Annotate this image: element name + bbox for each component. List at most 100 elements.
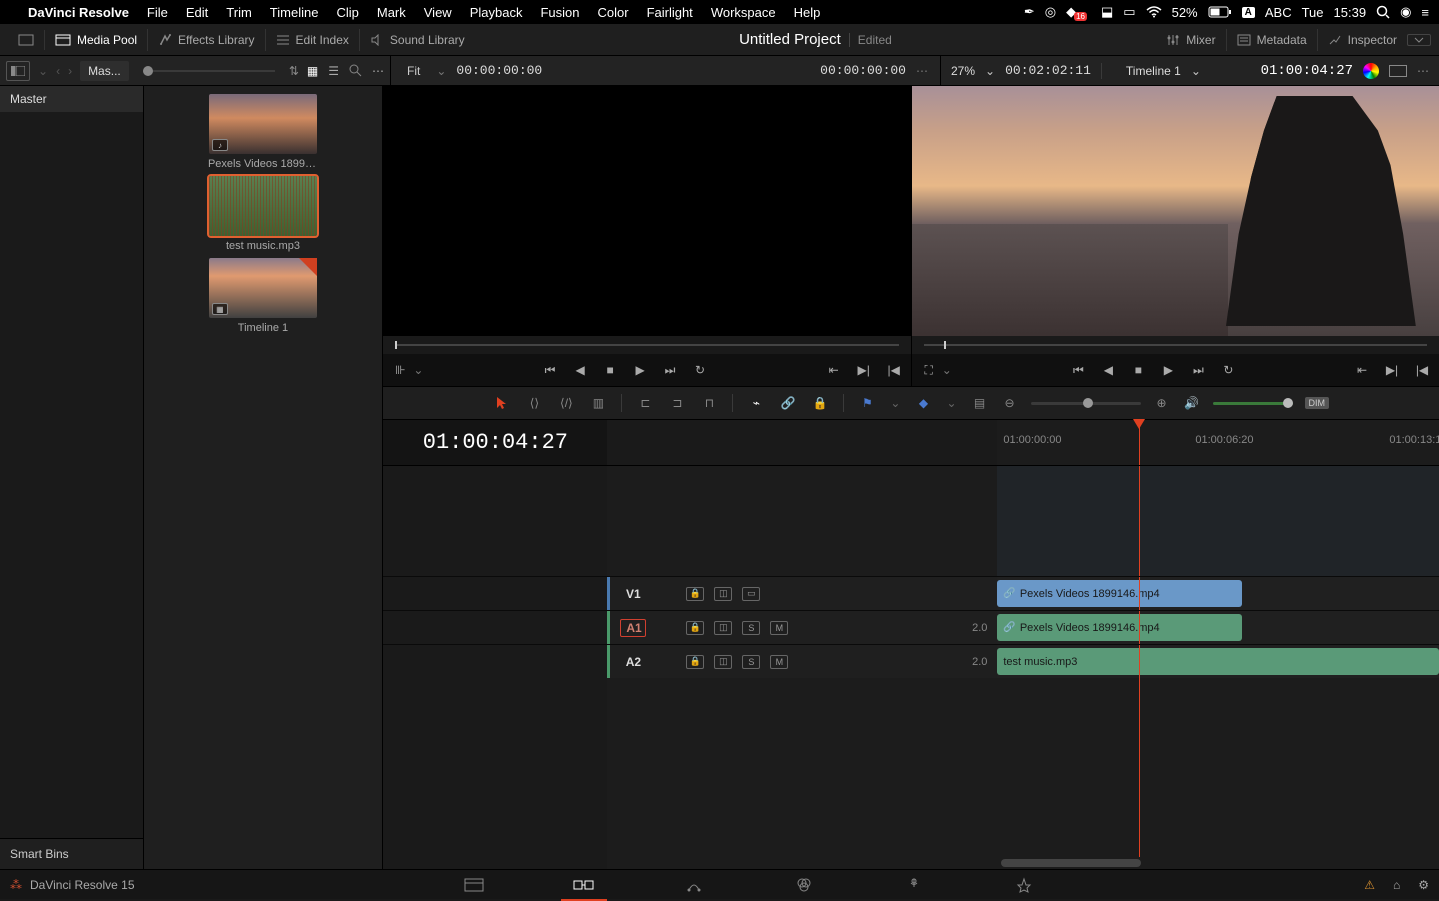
solo-icon[interactable]: S [742,621,760,635]
selection-tool-icon[interactable] [493,394,511,412]
play-reverse-icon[interactable]: ◀ [1101,363,1115,377]
stop-icon[interactable]: ■ [603,363,617,377]
timeline-clip[interactable]: test music.mp3 [997,648,1439,675]
timeline-clip[interactable]: 🔗Pexels Videos 1899146.mp4 [997,614,1242,641]
chevron-down-icon[interactable]: ⌄ [942,363,952,377]
dim-button[interactable]: DIM [1305,397,1330,409]
playhead[interactable] [1139,420,1140,465]
menu-fusion[interactable]: Fusion [540,5,579,20]
insert-icon[interactable]: ⇤ [1355,363,1369,377]
blade-tool-icon[interactable]: ▥ [589,394,607,412]
day-label[interactable]: Tue [1302,5,1324,20]
zoom-slider[interactable] [1031,402,1141,405]
page-fairlight[interactable] [899,875,929,895]
menu-help[interactable]: Help [794,5,821,20]
timeline-scrollbar[interactable] [1001,859,1141,867]
home-icon[interactable]: ⌂ [1393,878,1400,892]
bin-path[interactable]: Mas... [80,61,129,81]
play-icon[interactable]: ▶ [1161,363,1175,377]
play-reverse-icon[interactable]: ◀ [573,363,587,377]
sound-library-button[interactable]: Sound Library [360,29,475,51]
timeline-name[interactable]: Timeline 1 [1126,64,1181,78]
ime-label[interactable]: ABC [1265,5,1292,20]
disable-video-icon[interactable]: ▭ [742,587,760,601]
track-lane-a2[interactable]: test music.mp3 [997,645,1439,678]
media-pool-button[interactable]: Media Pool [45,29,148,51]
notification-icon[interactable]: ◆16 [1066,4,1091,20]
replace-icon[interactable]: |◀ [887,363,901,377]
resolve-logo-icon[interactable]: ⁂ [10,878,22,892]
auto-select-icon[interactable]: ◫ [714,587,732,601]
lock-track-icon[interactable]: 🔒 [686,655,704,669]
track-lane-v1[interactable]: 🔗Pexels Videos 1899146.mp4 [997,577,1439,610]
last-frame-icon[interactable]: ⏭ [663,363,677,377]
expand-button[interactable] [1407,34,1431,46]
stop-icon[interactable]: ■ [1131,363,1145,377]
menu-file[interactable]: File [147,5,168,20]
first-frame-icon[interactable]: ⏮ [543,363,557,377]
timeline-clip[interactable]: 🔗Pexels Videos 1899146.mp4 [997,580,1242,607]
battery-percent[interactable]: 52% [1172,5,1198,20]
quill-icon[interactable]: ✒︎ [1024,4,1035,20]
replace-icon[interactable]: |◀ [1415,363,1429,377]
overwrite-clip-icon[interactable]: ⊐ [668,394,686,412]
menu-trim[interactable]: Trim [226,5,252,20]
rec-zoom-percent[interactable]: 27% [951,64,975,78]
display-icon[interactable]: ▭ [1123,4,1135,20]
menu-extras-icon[interactable]: ≡ [1421,5,1429,20]
menu-playback[interactable]: Playback [470,5,523,20]
loop-icon[interactable]: ↻ [693,363,707,377]
time-label[interactable]: 15:39 [1334,5,1367,20]
menu-mark[interactable]: Mark [377,5,406,20]
single-viewer-icon[interactable] [1389,65,1407,77]
insert-icon[interactable]: ⇤ [827,363,841,377]
more-options-icon[interactable]: ⋯ [1417,64,1429,78]
insert-clip-icon[interactable]: ⊏ [636,394,654,412]
src-zoom-fit[interactable]: Fit [401,62,426,80]
menu-timeline[interactable]: Timeline [270,5,319,20]
smart-bins-header[interactable]: Smart Bins [0,838,143,869]
overwrite-icon[interactable]: ▶| [1385,363,1399,377]
mixer-button[interactable]: Mixer [1156,29,1226,51]
lock-icon[interactable]: 🔒 [811,394,829,412]
panel-layout-icon[interactable] [6,61,30,81]
menu-workspace[interactable]: Workspace [711,5,776,20]
record-frame[interactable] [912,86,1439,336]
page-media[interactable] [459,875,489,895]
mute-icon[interactable]: M [770,655,788,669]
lock-track-icon[interactable]: 🔒 [686,587,704,601]
source-frame[interactable] [383,86,910,336]
zoom-out-icon[interactable]: ⊖ [1001,394,1019,412]
page-deliver[interactable] [1009,875,1039,895]
auto-select-icon[interactable]: ◫ [714,655,732,669]
dynamic-trim-icon[interactable]: ⟨/⟩ [557,394,575,412]
snap-icon[interactable]: ⌁ [747,394,765,412]
timeline-timecode-box[interactable]: 01:00:04:27 [383,420,607,466]
match-frame-icon[interactable]: ⊪ [393,363,407,377]
fullscreen-toggle[interactable] [8,30,45,50]
menu-edit[interactable]: Edit [186,5,208,20]
track-header-a1[interactable]: A1 🔒 ◫ S M 2.0 [607,611,997,644]
nav-back-icon[interactable]: ‹ [56,64,60,78]
record-scrub[interactable] [912,336,1439,354]
marker-icon[interactable]: ◆ [914,394,932,412]
timeline-ruler[interactable]: 01:00:00:00 01:00:06:20 01:00:13:10 01:0… [997,420,1439,466]
inspector-button[interactable]: Inspector [1318,29,1407,51]
loop-icon[interactable]: ↻ [1221,363,1235,377]
page-color[interactable] [789,875,819,895]
edit-index-button[interactable]: Edit Index [266,29,360,51]
lock-track-icon[interactable]: 🔒 [686,621,704,635]
dropbox-icon[interactable]: ⬓ [1101,4,1113,20]
spotlight-icon[interactable] [1376,5,1390,19]
mute-icon[interactable]: M [770,621,788,635]
menu-color[interactable]: Color [597,5,628,20]
app-name[interactable]: DaVinci Resolve [28,5,129,20]
sort-icon[interactable]: ⇅ [289,64,299,78]
media-clip[interactable]: ♪ Pexels Videos 18991... [208,94,318,170]
list-view-icon[interactable]: ☰ [328,64,339,78]
chevron-down-icon[interactable]: ⌄ [38,64,48,78]
wifi-icon[interactable] [1146,6,1162,18]
cc-icon[interactable]: ◎ [1045,4,1056,20]
transform-icon[interactable]: ⛶ [922,363,936,377]
chevron-down-icon[interactable]: ⌄ [1191,64,1201,78]
